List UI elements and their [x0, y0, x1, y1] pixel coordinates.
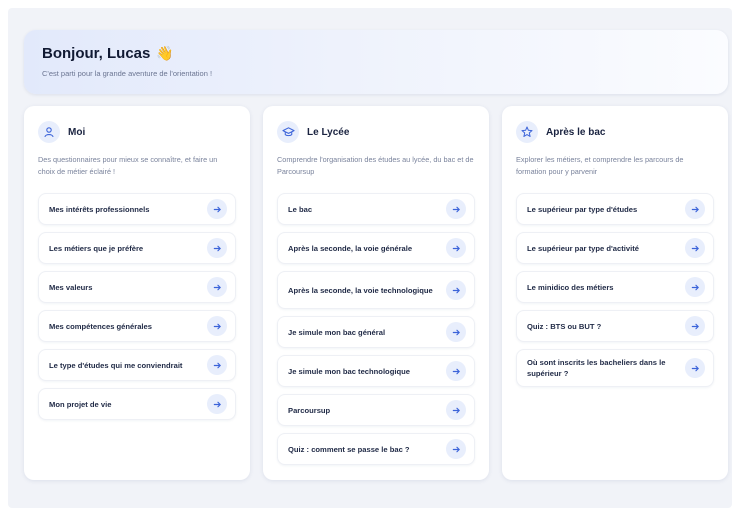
card-items: Le supérieur par type d'études Le supéri…	[516, 193, 714, 387]
arrow-right-icon	[207, 316, 227, 336]
item-superieur-type-etudes[interactable]: Le supérieur par type d'études	[516, 193, 714, 225]
item-simule-bac-general[interactable]: Je simule mon bac général	[277, 316, 475, 348]
card-apres-le-bac: Après le bac Explorer les métiers, et co…	[502, 106, 728, 480]
item-parcoursup[interactable]: Parcoursup	[277, 394, 475, 426]
arrow-right-icon	[446, 238, 466, 258]
card-title: Après le bac	[546, 126, 606, 138]
greeting-title: Bonjour, Lucas	[42, 45, 151, 62]
arrow-right-icon	[446, 361, 466, 381]
card-description: Comprendre l'organisation des études au …	[277, 155, 474, 176]
arrow-right-icon	[207, 355, 227, 375]
item-competences[interactable]: Mes compétences générales	[38, 310, 236, 342]
arrow-right-icon	[685, 238, 705, 258]
arrow-right-icon	[207, 199, 227, 219]
greeting-subtitle: C'est parti pour la grande aventure de l…	[42, 69, 213, 78]
item-metiers-prefere[interactable]: Les métiers que je préfère	[38, 232, 236, 264]
item-quiz-bac[interactable]: Quiz : comment se passe le bac ?	[277, 433, 475, 465]
card-lycee: Le Lycée Comprendre l'organisation des é…	[263, 106, 489, 480]
card-description: Explorer les métiers, et comprendre les …	[516, 155, 684, 176]
item-voie-generale[interactable]: Après la seconde, la voie générale	[277, 232, 475, 264]
item-voie-technologique[interactable]: Après la seconde, la voie technologique	[277, 271, 475, 309]
card-title: Moi	[68, 126, 86, 138]
item-mes-interets[interactable]: Mes intérêts professionnels	[38, 193, 236, 225]
item-type-etudes[interactable]: Le type d'études qui me conviendrait	[38, 349, 236, 381]
star-icon	[516, 121, 538, 143]
item-mes-valeurs[interactable]: Mes valeurs	[38, 271, 236, 303]
arrow-right-icon	[685, 358, 705, 378]
item-quiz-bts-but[interactable]: Quiz : BTS ou BUT ?	[516, 310, 714, 342]
card-moi: Moi Des questionnaires pour mieux se con…	[24, 106, 250, 480]
item-projet-de-vie[interactable]: Mon projet de vie	[38, 388, 236, 420]
arrow-right-icon	[207, 238, 227, 258]
item-bacheliers-superieur[interactable]: Où sont inscrits les bacheliers dans le …	[516, 349, 714, 387]
card-title: Le Lycée	[307, 126, 350, 138]
arrow-right-icon	[446, 439, 466, 459]
graduation-cap-icon	[277, 121, 299, 143]
arrow-right-icon	[207, 394, 227, 414]
arrow-right-icon	[207, 277, 227, 297]
card-items: Mes intérêts professionnels Les métiers …	[38, 193, 236, 420]
item-simule-bac-techno[interactable]: Je simule mon bac technologique	[277, 355, 475, 387]
arrow-right-icon	[446, 280, 466, 300]
user-icon	[38, 121, 60, 143]
card-description: Des questionnaires pour mieux se connaît…	[38, 155, 218, 176]
arrow-right-icon	[685, 199, 705, 219]
arrow-right-icon	[685, 316, 705, 336]
arrow-right-icon	[446, 322, 466, 342]
card-items: Le bac Après la seconde, la voie général…	[277, 193, 475, 465]
item-minidico[interactable]: Le minidico des métiers	[516, 271, 714, 303]
item-le-bac[interactable]: Le bac	[277, 193, 475, 225]
arrow-right-icon	[446, 199, 466, 219]
waving-hand-icon: 👋	[156, 45, 174, 61]
arrow-right-icon	[446, 400, 466, 420]
arrow-right-icon	[685, 277, 705, 297]
item-superieur-type-activite[interactable]: Le supérieur par type d'activité	[516, 232, 714, 264]
welcome-banner: Bonjour, Lucas 👋 C'est parti pour la gra…	[24, 30, 728, 94]
